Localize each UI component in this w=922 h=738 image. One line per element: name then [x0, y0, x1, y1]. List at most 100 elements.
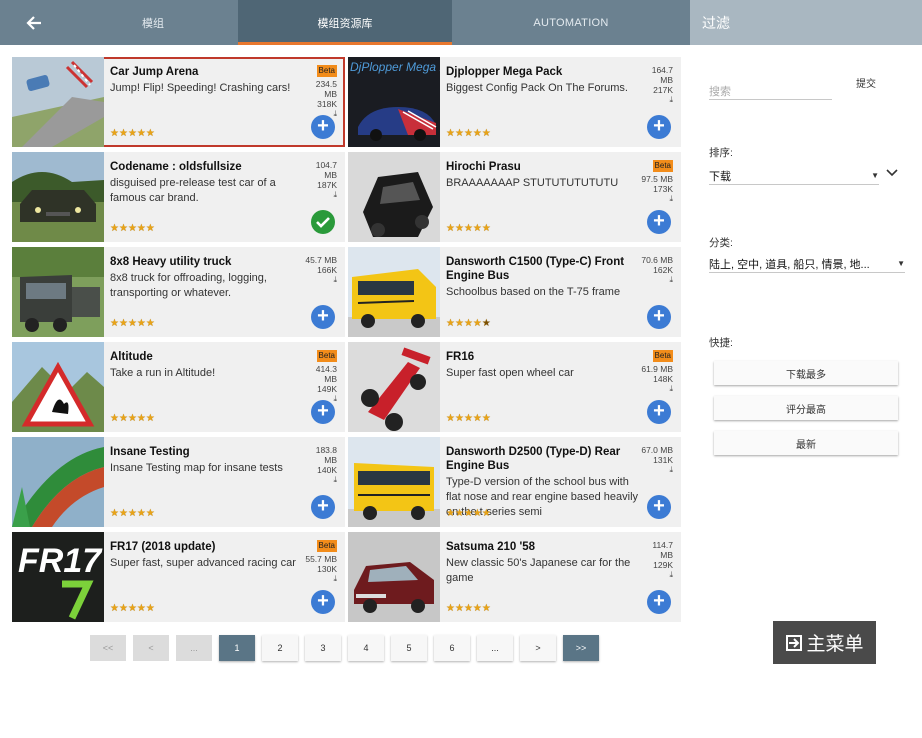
page-button[interactable]: >>	[563, 635, 599, 661]
download-icon: ⤓	[669, 465, 673, 474]
mod-rating: ★★★★★	[110, 413, 155, 424]
mod-title: 8x8 Heavy utility truck	[110, 256, 232, 268]
sort-select[interactable]: 下载 ▼	[709, 167, 879, 185]
mod-title: Altitude	[110, 351, 153, 363]
add-mod-button[interactable]: +	[647, 495, 671, 519]
page-button[interactable]: 2	[262, 635, 298, 661]
category-value: 陆上, 空中, 道具, 船只, 情景, 地...	[709, 258, 870, 271]
mod-title: Codename : oldsfullsize	[110, 161, 242, 173]
caret-down-icon: ▼	[871, 171, 879, 180]
add-mod-button[interactable]: +	[647, 305, 671, 329]
mod-size: 45.7 MB	[305, 255, 337, 265]
mod-card[interactable]: Satsuma 210 '58 New classic 50's Japanese…	[348, 532, 681, 622]
star-icon: ★	[118, 603, 128, 614]
beta-badge: Beta	[316, 540, 337, 552]
mod-card[interactable]: Insane Testing Insane Testing map for ins…	[12, 437, 345, 527]
page-button[interactable]: 5	[391, 635, 427, 661]
mod-meta: Beta 414.3 MB 149K ⤓	[303, 350, 337, 403]
mod-title: Dansworth C1500 (Type-C) Front Engine Bu…	[446, 256, 625, 282]
page-button[interactable]: 3	[305, 635, 341, 661]
mod-description: Super fast, super advanced racing car	[110, 557, 296, 569]
star-icon: ★	[110, 318, 119, 329]
sort-label: 排序:	[709, 147, 733, 159]
mod-card[interactable]: Dansworth D2500 (Type-D) Rear Engine Bus…	[348, 437, 681, 527]
page-button[interactable]: <<	[90, 635, 126, 661]
add-mod-button[interactable]: +	[311, 305, 335, 329]
newest-button[interactable]: 最新	[714, 431, 898, 455]
star-icon: ★	[472, 223, 482, 234]
main-menu-button[interactable]: 主菜单	[773, 621, 876, 664]
mod-thumbnail	[348, 152, 440, 242]
page-button[interactable]: 1	[219, 635, 255, 661]
back-button[interactable]	[0, 0, 68, 45]
add-mod-button[interactable]: +	[311, 115, 335, 139]
page-button[interactable]: >	[520, 635, 556, 661]
add-mod-button[interactable]: +	[311, 400, 335, 424]
star-icon: ★	[110, 413, 119, 424]
star-icon: ★	[127, 413, 137, 424]
mod-rating: ★★★★★	[446, 318, 491, 329]
star-icon: ★	[118, 318, 128, 329]
add-mod-button[interactable]: +	[647, 210, 671, 234]
mod-thumbnail	[348, 247, 440, 337]
star-icon: ★	[127, 223, 137, 234]
mod-card[interactable]: FR17 FR17 (2018 update) Super fast, super …	[12, 532, 345, 622]
arrow-left-icon	[26, 15, 41, 30]
mod-card[interactable]: Car Jump Arena Jump! Flip! Speeding! Cras…	[12, 57, 345, 147]
category-select[interactable]: 陆上, 空中, 道具, 船只, 情景, 地... ▼	[709, 255, 905, 273]
star-icon: ★	[463, 603, 473, 614]
chevron-down-icon[interactable]	[886, 167, 898, 179]
mod-card[interactable]: Dansworth C1500 (Type-C) Front Engine Bu…	[348, 247, 681, 337]
star-icon: ★	[481, 223, 491, 234]
mod-description: disguised pre-release test car of a famo…	[110, 177, 276, 204]
mod-rating: ★★★★★	[110, 508, 155, 519]
main-menu-label: 主菜单	[806, 634, 864, 655]
tab-repository[interactable]: 模组资源库	[238, 0, 452, 45]
mod-downloads: 217K	[653, 85, 673, 95]
search-input[interactable]: 搜索	[709, 80, 832, 100]
page-button[interactable]: 4	[348, 635, 384, 661]
page-button[interactable]: ...	[477, 635, 513, 661]
star-icon: ★	[481, 508, 491, 519]
mod-card[interactable]: Altitude Take a run in Altitude! ★★★★★ Beta…	[12, 342, 345, 432]
page-button[interactable]: ...	[176, 635, 212, 661]
top-rated-button[interactable]: 评分最高	[714, 396, 898, 420]
star-icon: ★	[446, 128, 455, 139]
star-icon: ★	[481, 128, 491, 139]
mod-card[interactable]: Codename : oldsfullsize disguised pre-rel…	[12, 152, 345, 242]
star-icon: ★	[136, 128, 146, 139]
star-icon: ★	[145, 223, 155, 234]
mod-grid: Car Jump Arena Jump! Flip! Speeding! Cras…	[12, 57, 681, 622]
most-downloaded-button[interactable]: 下载最多	[714, 361, 898, 385]
mod-thumbnail	[348, 532, 440, 622]
beta-badge: Beta	[316, 65, 337, 77]
installed-check-icon[interactable]	[311, 210, 335, 234]
tab-mods[interactable]: 模组	[68, 0, 238, 45]
mod-card[interactable]: FR16 Super fast open wheel car ★★★★★ Beta 61…	[348, 342, 681, 432]
star-icon: ★	[472, 318, 482, 329]
add-mod-button[interactable]: +	[311, 495, 335, 519]
mod-card[interactable]: DjPlopper Mega Pack Djplopper Mega Pack Bi…	[348, 57, 681, 147]
star-icon: ★	[118, 413, 128, 424]
add-mod-button[interactable]: +	[647, 400, 671, 424]
submit-button[interactable]: 提交	[856, 75, 876, 90]
star-icon: ★	[472, 413, 482, 424]
mod-card[interactable]: 8x8 Heavy utility truck 8x8 truck for off…	[12, 247, 345, 337]
star-icon: ★	[454, 413, 464, 424]
mod-card[interactable]: Hirochi Prasu BRAAAAAAAP STUTUTUTUTUTU ★★★…	[348, 152, 681, 242]
star-icon: ★	[118, 128, 128, 139]
page-button[interactable]: <	[133, 635, 169, 661]
add-mod-button[interactable]: +	[647, 590, 671, 614]
add-mod-button[interactable]: +	[647, 115, 671, 139]
mod-downloads: 148K	[653, 374, 673, 384]
mod-size: 183.8 MB	[315, 445, 337, 465]
star-icon: ★	[136, 508, 146, 519]
thumb-caption: DjPlopper Mega Pack	[350, 60, 440, 74]
page-button[interactable]: 6	[434, 635, 470, 661]
mod-rating: ★★★★★	[446, 603, 491, 614]
add-mod-button[interactable]: +	[311, 590, 335, 614]
mod-rating: ★★★★★	[110, 318, 155, 329]
tab-automation[interactable]: AUTOMATION	[452, 0, 690, 45]
star-icon: ★	[145, 413, 155, 424]
mod-thumbnail: DjPlopper Mega Pack	[348, 57, 440, 147]
